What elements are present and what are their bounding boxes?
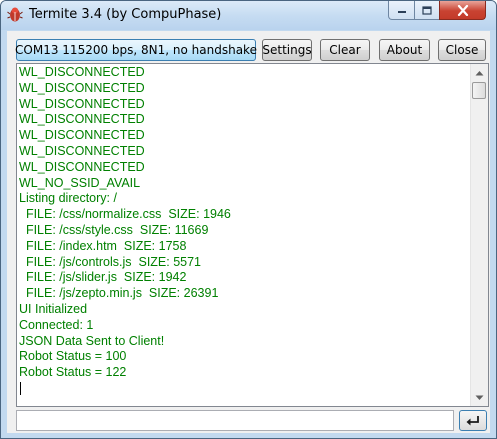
terminal-lines: WL_DISCONNECTED WL_DISCONNECTED WL_DISCONN… [19, 65, 467, 381]
terminal-line: FILE: /js/controls.js SIZE: 5571 [19, 254, 202, 269]
vertical-scrollbar[interactable] [470, 64, 488, 406]
terminal-line: JSON Data Sent to Client! [19, 333, 165, 348]
close-button[interactable]: Close [438, 39, 486, 61]
terminal-line: WL_DISCONNECTED [19, 96, 145, 111]
terminal-line: WL_DISCONNECTED [19, 80, 145, 95]
main-area: WL_DISCONNECTED WL_DISCONNECTED WL_DISCONN… [7, 61, 490, 433]
port-settings-button[interactable]: COM13 115200 bps, 8N1, no handshake [15, 39, 257, 61]
terminal-line: WL_DISCONNECTED [19, 159, 145, 174]
terminal-line: WL_DISCONNECTED [19, 128, 145, 143]
maximize-button[interactable] [414, 1, 440, 20]
terminal-output[interactable]: WL_DISCONNECTED WL_DISCONNECTED WL_DISCONN… [16, 63, 489, 407]
scroll-down-button[interactable] [471, 389, 488, 406]
minimize-button[interactable] [388, 1, 415, 20]
send-button[interactable] [459, 410, 487, 431]
window-bottom-border [1, 433, 496, 438]
minimize-icon [397, 11, 406, 13]
scrollbar-thumb[interactable] [472, 82, 486, 99]
text-caret [20, 382, 21, 395]
terminal-line: Robot Status = 122 [19, 365, 127, 380]
terminal-line: UI Initialized [19, 301, 88, 316]
terminal-line: Listing directory: / [19, 191, 117, 206]
toolbar: COM13 115200 bps, 8N1, no handshake Sett… [7, 31, 490, 61]
terminal-line: FILE: /js/zepto.min.js SIZE: 26391 [19, 286, 219, 301]
terminal-line: FILE: /index.htm SIZE: 1758 [19, 238, 187, 253]
terminal-line: FILE: /css/normalize.css SIZE: 1946 [19, 207, 231, 222]
command-input[interactable] [16, 410, 454, 431]
terminal-line: WL_NO_SSID_AVAIL [19, 175, 141, 190]
clear-button[interactable]: Clear [320, 39, 370, 61]
terminal-line: Connected: 1 [19, 317, 94, 332]
terminal-line: FILE: /js/slider.js SIZE: 1942 [19, 270, 187, 285]
chevron-down-icon [475, 395, 484, 400]
close-window-button[interactable] [439, 1, 486, 20]
chevron-up-icon [475, 70, 484, 75]
terminal-line: WL_DISCONNECTED [19, 143, 145, 158]
title-bar[interactable]: Termite 3.4 (by CompuPhase) [1, 1, 496, 30]
enter-icon [466, 415, 479, 425]
terminal-line: WL_DISCONNECTED [19, 112, 145, 127]
settings-button[interactable]: Settings [262, 39, 312, 61]
maximize-icon [422, 5, 432, 15]
termite-icon [7, 7, 23, 22]
window-title: Termite 3.4 (by CompuPhase) [29, 7, 222, 22]
terminal-line: Robot Status = 100 [19, 349, 127, 364]
about-button[interactable]: About [379, 39, 430, 61]
close-icon [457, 4, 468, 16]
scroll-up-button[interactable] [471, 64, 488, 81]
termite-window: Termite 3.4 (by CompuPhase) COM13 115200… [0, 0, 497, 439]
terminal-line: WL_DISCONNECTED [19, 65, 145, 79]
terminal-line: FILE: /css/style.css SIZE: 11669 [19, 222, 209, 237]
